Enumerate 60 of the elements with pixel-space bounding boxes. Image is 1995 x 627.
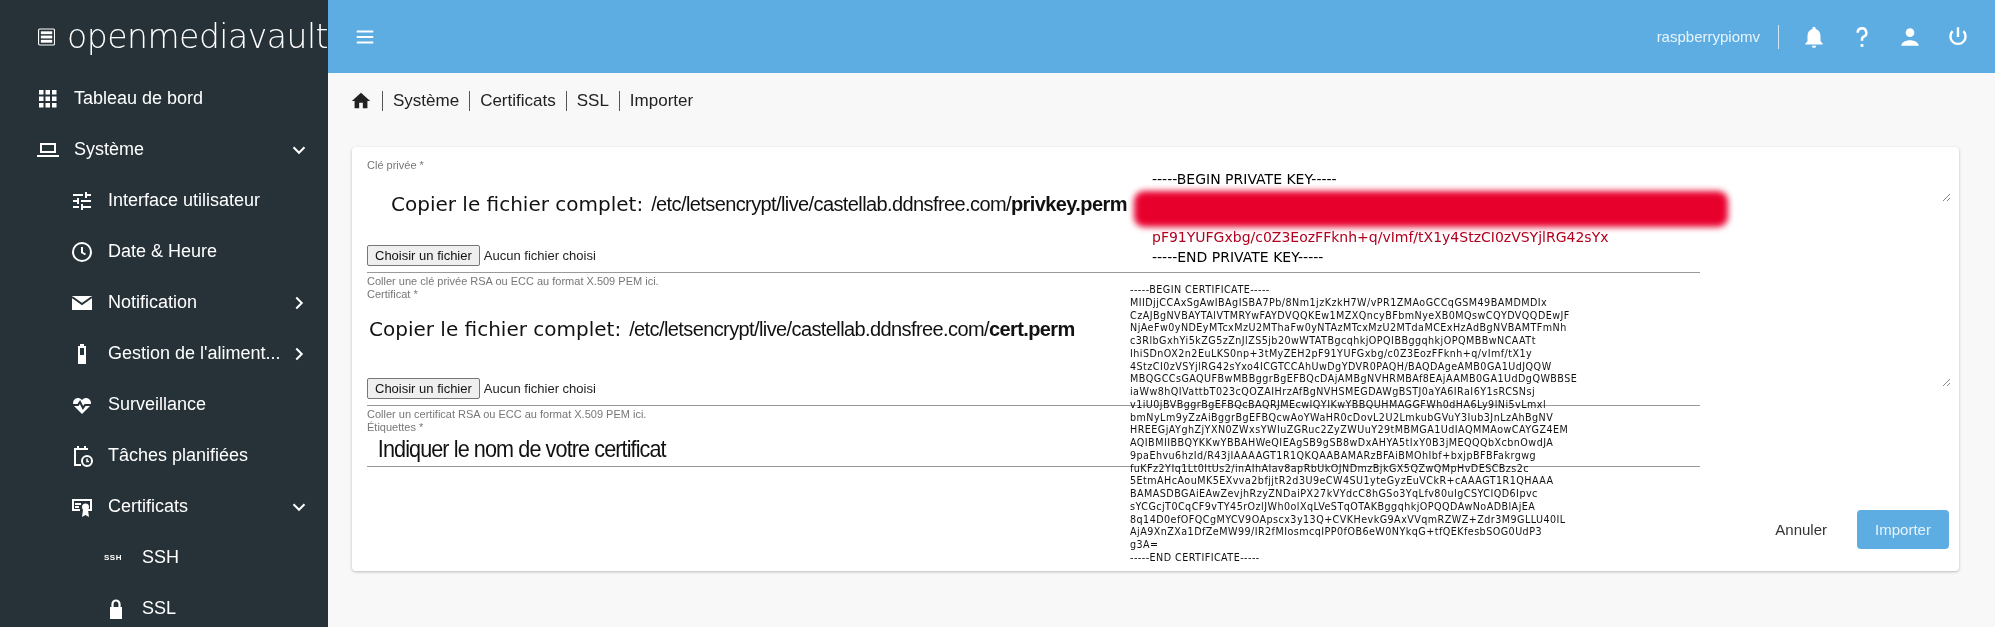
certificate-text-line: c3RlbGxhYi5kZG5zZnJlZS5jb20wWTATBgcqhkjOPQIBBggqhkjOPQMBBwNCAATt (1130, 335, 1537, 348)
certificate-text-line: 4StzCI0zVSYjlRG42sYxo4ICGTCCAhUwDgYDVR0PAQH/BAQDAgeAMB0GA1UdJQQW (1130, 360, 1553, 374)
field-label: Clé privée * (367, 159, 424, 172)
sidebar-item[interactable]: Surveillance (0, 379, 328, 430)
clock-icon (70, 239, 94, 264)
certificate-text-line: BAMASDBGAiEAwZevjhRzyZNDaiPX27kVYdcC8hGSo3YqLfv80uIgCSYCIQD6Ipvc (1130, 488, 1539, 501)
hostname: raspberrypiomv (1656, 24, 1779, 49)
file-status: Aucun fichier choisi (483, 247, 596, 263)
choose-file-button[interactable]: Choisir un fichier (367, 244, 480, 266)
sidebar-item[interactable]: Système (0, 124, 328, 175)
sidebar-item[interactable]: Date & Heure (0, 226, 328, 277)
certificate-text-line: iaWw8hQIVattbT023cQOZAIHrzAfBgNVHSMEGDAWgBSTJ0aYA6IRaI6Y1sRCSNsj (1130, 386, 1536, 399)
sidebar-item[interactable]: Tâches planifiées (0, 430, 328, 481)
instruction-text: Copier le fichier complet: (391, 192, 644, 216)
tags-field[interactable]: Indiquer le nom de votre certificat (367, 434, 666, 464)
breadcrumb-link[interactable]: Certificats (480, 91, 556, 111)
certificate-text-line: g3A= (1130, 539, 1160, 552)
sidebar-item[interactable]: SSH SSH (0, 532, 328, 583)
sidebar-item[interactable]: Gestion de l'aliment... (0, 328, 328, 379)
field-label: Étiquettes * (367, 421, 424, 434)
certificate-text-line: IhiSDnOX2n2EuLKS0np+3tMyZEH2pF91YUFGxbg/c0Z3EozFFknh+q/vImf/tX1y (1130, 347, 1534, 361)
file-path: /etc/letsencrypt/live/castellab.ddnsfree.com/cert.perm (629, 318, 1075, 341)
certificate-text-line: HREEGjAYghZjYXN0ZWxsYWIuZGRuc2ZyZWUuY29tMBMGA1UdIAQMMAowCAYGZ4EM (1130, 424, 1570, 437)
resize-handle-icon[interactable] (1941, 192, 1951, 202)
breadcrumb-link[interactable]: SSL (576, 91, 609, 111)
certificate-text-line: MBQGCCsGAQUFBwMBBggrBgEFBQcDAjAMBgNVHRMBAf8EAjAAMB0GA1UdDgQWBBSE (1130, 373, 1578, 386)
certificate-text-line: MIIDjjCCAxSgAwIBAgISBA7Pb/8Nm1jzKzkH7W/vPR1ZMAoGCCqGSM49BAMDMDIx (1130, 296, 1549, 310)
field-label: Certificat * (367, 288, 418, 301)
breadcrumb-link[interactable]: Système (393, 91, 460, 111)
ssh-icon: SSH (104, 553, 128, 562)
certificate-text-line: AjA9XnZXa1DfZeMW99/IR2fMIosmcqIPP0fOB6eW0NYkqG+tfQEKfesbSOG0UdP3 (1130, 526, 1543, 539)
certificate-text-line: sYCGcjT0CqCF9vTY45rOzlJWh0olXqLVeSTqOTAKBggqhkjOPQQDAwNoADBlAjEA (1130, 500, 1537, 514)
sidebar-item[interactable]: SSL (0, 583, 328, 627)
certificate-text-line: -----END CERTIFICATE----- (1130, 551, 1261, 565)
field-hint: Coller un certificat RSA ou ECC au format X.509 PEM ici. (367, 408, 647, 421)
choose-file-button[interactable]: Choisir un fichier (367, 377, 480, 399)
certificate-text-line: v1iU0jBVBggrBgEFBQcBAQRJMEcwIQYIKwYBBQUHMAGGFWh0dHA6Ly9lNi5vLmxl (1130, 398, 1548, 412)
certificate-text-line: -----BEGIN CERTIFICATE----- (1130, 284, 1271, 297)
brand-name: openmediavault (67, 17, 328, 56)
certificate-text-line: bmNyLm9yZzAiBggrBgEFBQcwAoYWaHR0cDovL2U2LmkubGVuY3Iub3JnLzAhBgNV (1130, 411, 1555, 425)
key-text-line: -----BEGIN PRIVATE KEY----- (1152, 170, 1337, 189)
certificate-text-line: 8q14D0efOFQCgMYCV9OApscx3y13Q+CVKHevkG9AxVVqmRZWZ+Zdr3M9GLLU40IL (1130, 513, 1567, 527)
sidebar-item[interactable]: Interface utilisateur (0, 175, 328, 226)
key-text-line: -----END PRIVATE KEY----- (1152, 248, 1324, 267)
file-path: /etc/letsencrypt/live/castellab.ddnsfree.com/privkey.perm (651, 193, 1127, 216)
resize-handle-icon[interactable] (1941, 377, 1951, 387)
certificate-text-line: fuKFz2YIq1Lt0ItUs2/inAIhAIav8apRbUkOJNDmzBjkGX5QZwQMpHvDESCBzs2c (1130, 462, 1531, 476)
certificate-text-line: CzAJBgNVBAYTAlVTMRYwFAYDVQQKEw1MZXQncyBFbmNyeXB0MQswCQYDVQQDEwJF (1130, 309, 1571, 323)
sidebar-item[interactable]: Notification (0, 277, 328, 328)
sidebar-item[interactable]: Certificats (0, 481, 328, 532)
key-text-line: pF91YUFGxbg/c0Z3EozFFknh+q/vImf/tX1y4StzCI0zVSYjlRG42sYx (1152, 228, 1609, 247)
certificate-text-line: AQIBMIIBBQYKKwYBBAHWeQIEAgSB9gSB8wDxAHYA5tIxY0B3jMEQQQbXcbnOwdJA (1130, 437, 1555, 450)
cancel-button[interactable]: Annuler (1763, 511, 1839, 548)
sidebar-item[interactable]: Tableau de bord (0, 73, 328, 124)
certificate-text-line: 9paEhvu6hzId/R43jIAAAAGT1R1QKQAABAMARzBFAiBMOhIbf+bxjpBFBFakrgwg (1130, 449, 1538, 463)
field-hint: Coller une clé privée RSA ou ECC au format X.509 PEM ici. (367, 275, 659, 288)
certificate-text-line: 5EtmAHcAouMK5EXvva2bfjjtR2d3U9eCW4SU1yteGyzEuVCkR+cAAAGT1R1QHAAA (1130, 475, 1555, 488)
file-status: Aucun fichier choisi (483, 380, 596, 396)
certificate-text-line: NjAeFw0yNDEyMTcxMzU2MThaFw0yNTAzMTcxMzU2MTdaMCExHzAdBgNVBAMTFmNh (1130, 322, 1568, 335)
instruction-text: Copier le fichier complet: (369, 317, 622, 341)
